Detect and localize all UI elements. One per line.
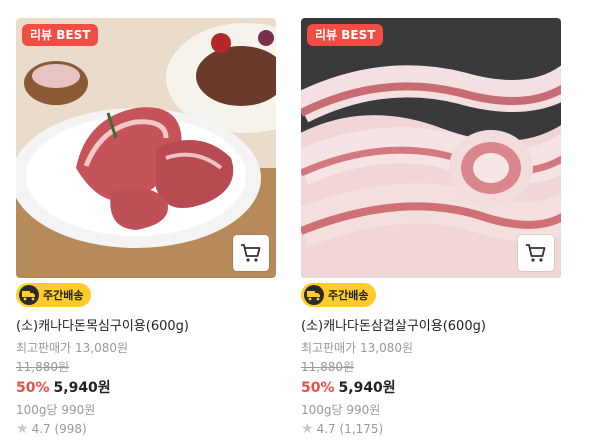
review-best-badge: 리뷰 BEST bbox=[307, 24, 384, 46]
product-name[interactable]: (소)캐나다돈목심구이용(600g) bbox=[16, 315, 276, 334]
sale-price: 5,940원 bbox=[338, 380, 396, 396]
cart-icon bbox=[526, 244, 546, 262]
original-price: 11,880원 bbox=[301, 360, 355, 374]
rating: ★ 4.7 (998) bbox=[16, 422, 276, 436]
discount-rate: 50% bbox=[301, 380, 335, 396]
truck-icon bbox=[19, 285, 39, 305]
cart-icon bbox=[241, 244, 261, 262]
product-image[interactable]: 리뷰 BEST bbox=[16, 18, 276, 278]
price-row: 50% 5,940원 bbox=[16, 377, 276, 397]
product-image[interactable]: 리뷰 BEST bbox=[301, 18, 561, 278]
product-name[interactable]: (소)캐나다돈삼겹살구이용(600g) bbox=[301, 315, 561, 334]
highest-price-label: 최고판매가 13,080원 bbox=[301, 341, 414, 355]
highest-price-label: 최고판매가 13,080원 bbox=[16, 341, 129, 355]
rating-value: 4.7 (998) bbox=[31, 422, 87, 436]
weekly-delivery-badge: 주간배송 bbox=[16, 283, 92, 307]
add-to-cart-button[interactable] bbox=[518, 235, 554, 271]
add-to-cart-button[interactable] bbox=[233, 235, 269, 271]
unit-price: 100g당 990원 bbox=[16, 403, 96, 417]
product-card-pork-belly[interactable]: 리뷰 BEST 주간배송 (소)캐나다돈삼겹살구이용(600g) 최고판매가 1… bbox=[301, 0, 561, 442]
delivery-label: 주간배송 bbox=[43, 289, 84, 302]
truck-icon bbox=[304, 285, 324, 305]
price-row: 50% 5,940원 bbox=[301, 377, 561, 397]
unit-price: 100g당 990원 bbox=[301, 403, 381, 417]
star-icon: ★ bbox=[301, 421, 314, 437]
rating: ★ 4.7 (1,175) bbox=[301, 422, 561, 436]
discount-rate: 50% bbox=[16, 380, 50, 396]
review-best-badge: 리뷰 BEST bbox=[22, 24, 99, 46]
original-price: 11,880원 bbox=[16, 360, 70, 374]
sale-price: 5,940원 bbox=[53, 380, 111, 396]
weekly-delivery-badge: 주간배송 bbox=[301, 283, 377, 307]
star-icon: ★ bbox=[16, 421, 29, 437]
rating-value: 4.7 (1,175) bbox=[316, 422, 384, 436]
delivery-label: 주간배송 bbox=[328, 289, 369, 302]
product-card-pork-neck[interactable]: 리뷰 BEST 주간배송 (소)캐나다돈목심구이용(600g) 최고판매가 13… bbox=[16, 0, 276, 442]
